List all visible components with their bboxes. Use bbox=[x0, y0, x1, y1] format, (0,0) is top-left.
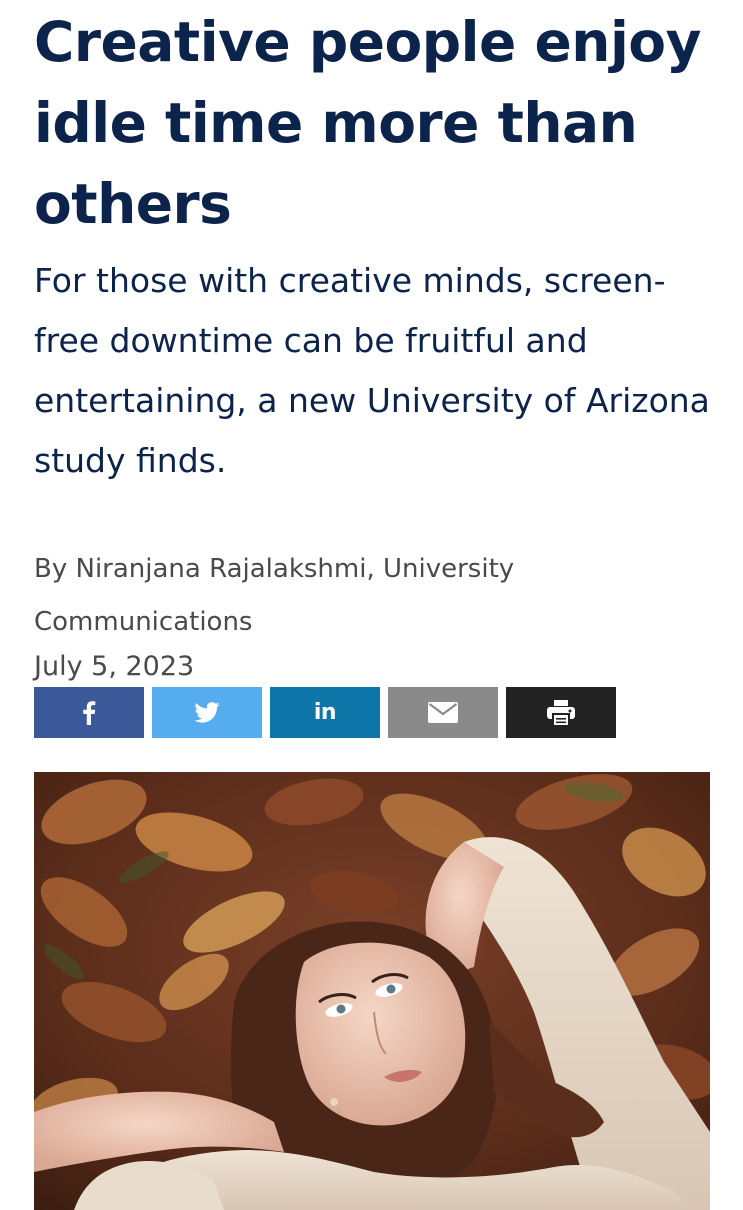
facebook-icon bbox=[83, 700, 96, 725]
print-icon bbox=[547, 699, 575, 726]
share-print-button[interactable] bbox=[506, 687, 616, 738]
article-date: July 5, 2023 bbox=[34, 651, 195, 682]
hero-photo bbox=[34, 772, 710, 1210]
article-byline: By Niranjana Rajalakshmi, University Com… bbox=[34, 554, 515, 637]
linkedin-icon: in bbox=[313, 700, 337, 725]
share-email-button[interactable] bbox=[388, 687, 498, 738]
article-subheadline: For those with creative minds, screen-fr… bbox=[34, 261, 710, 480]
hero-image bbox=[34, 772, 710, 1210]
share-facebook-button[interactable] bbox=[34, 687, 144, 738]
share-bar: in bbox=[34, 687, 616, 738]
article-headline: Creative people enjoy idle time more tha… bbox=[34, 10, 701, 236]
article-header: Creative people enjoy idle time more tha… bbox=[34, 0, 724, 685]
share-twitter-button[interactable] bbox=[152, 687, 262, 738]
share-linkedin-button[interactable]: in bbox=[270, 687, 380, 738]
email-icon bbox=[428, 702, 458, 723]
twitter-icon bbox=[194, 702, 220, 723]
